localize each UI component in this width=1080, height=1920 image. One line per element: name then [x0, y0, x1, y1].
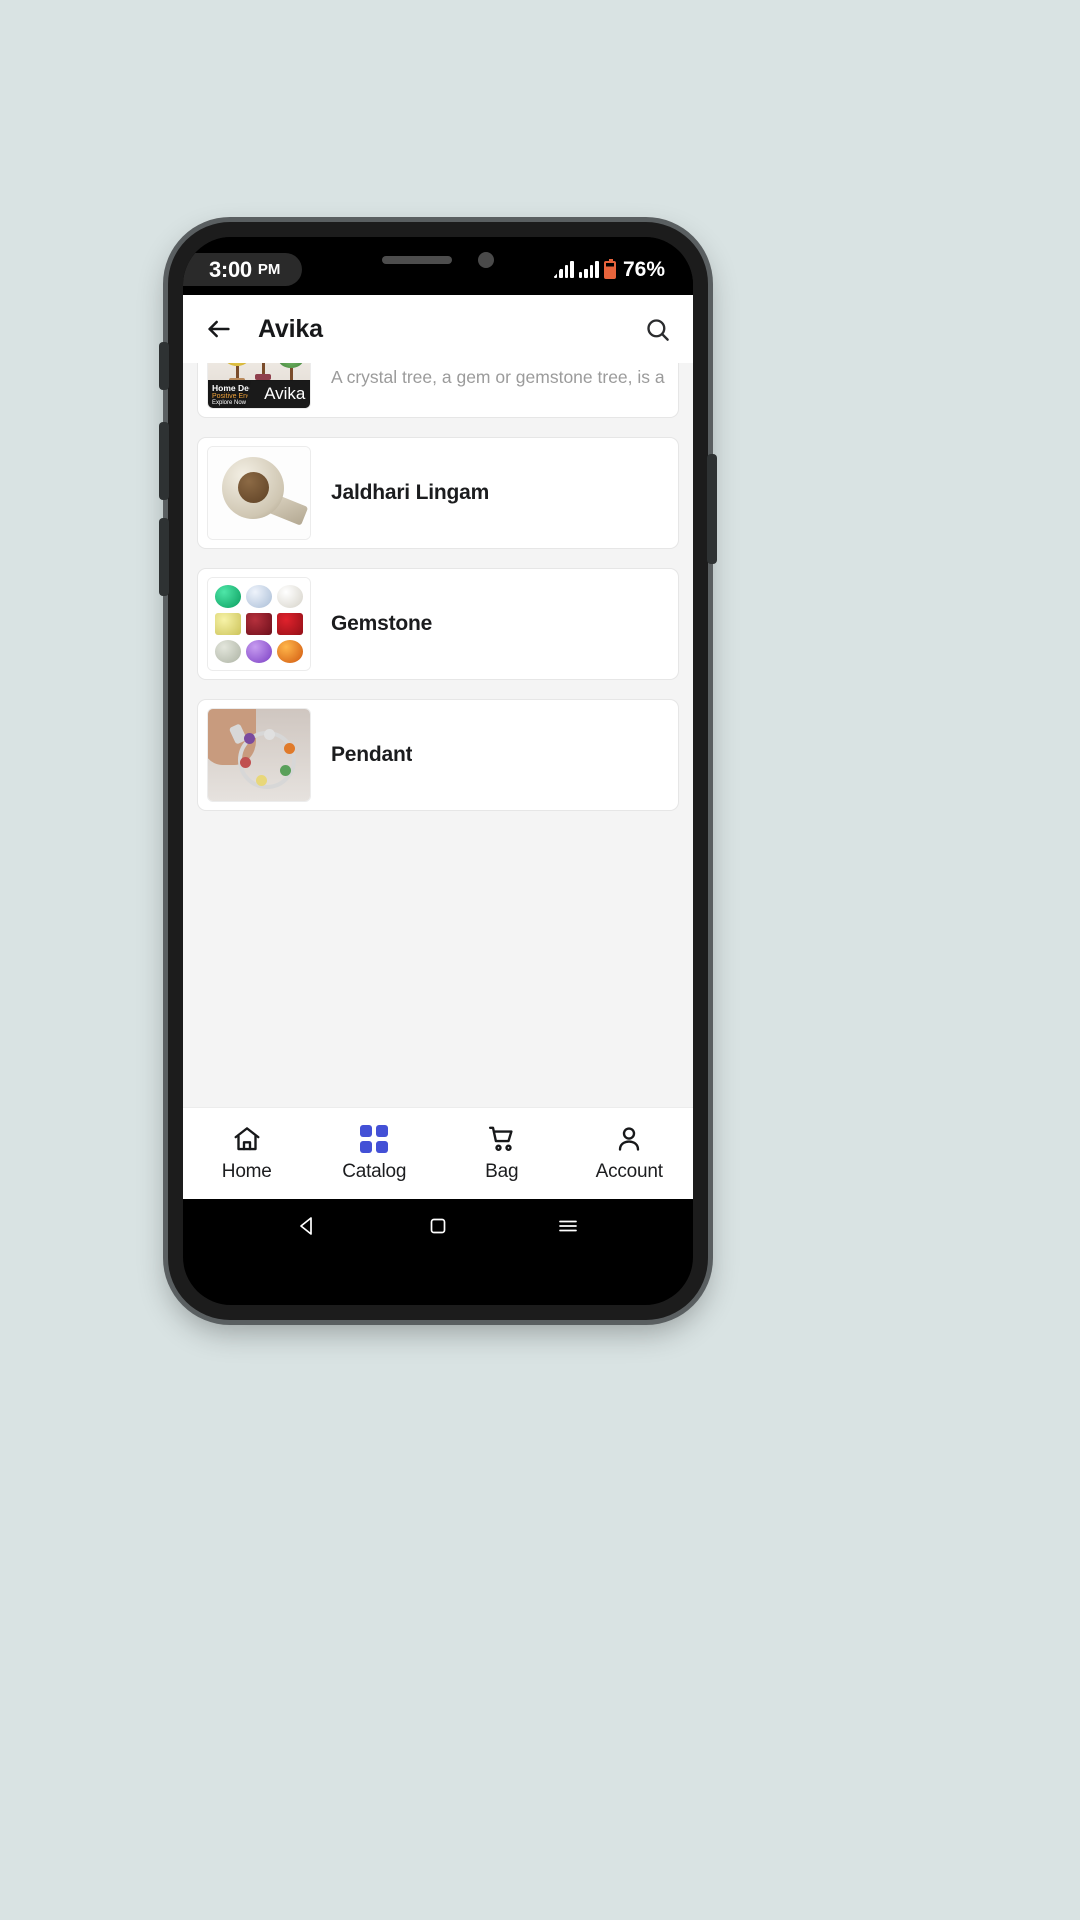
home-icon	[232, 1124, 262, 1154]
status-time-meridiem: PM	[257, 261, 281, 278]
catalog-list[interactable]: Crystal Healing Stone Trees	[183, 363, 693, 1107]
person-icon	[614, 1124, 644, 1154]
status-time-value: 3:00	[209, 256, 252, 282]
phone-screen: 3:00 PM 76% Avika Home Decor Positive En…	[183, 237, 693, 1305]
nav-label-account: Account	[595, 1161, 663, 1182]
nav-label-catalog: Catalog	[342, 1161, 407, 1182]
search-icon[interactable]	[644, 316, 671, 343]
triangle-back-icon[interactable]	[296, 1214, 320, 1238]
square-home-icon[interactable]	[426, 1214, 450, 1238]
category-title: Jaldhari Lingam	[331, 480, 490, 504]
menu-recents-icon[interactable]	[556, 1214, 580, 1238]
grid-icon	[360, 1124, 389, 1154]
category-title: Gemstone	[331, 611, 433, 635]
nav-item-account[interactable]: Account	[566, 1124, 694, 1183]
status-bar: 3:00 PM 76%	[183, 237, 693, 295]
category-thumbnail: Crystal Healing Stone Trees	[207, 363, 311, 409]
status-time: 3:00 PM	[183, 253, 303, 286]
category-thumbnail	[207, 577, 311, 671]
phone-notch	[313, 237, 563, 283]
thumb-brand-label: Avika	[263, 384, 306, 403]
volume-up-button[interactable]	[159, 422, 169, 500]
battery-percent-label: 76%	[622, 257, 665, 281]
phone-frame: 3:00 PM 76% Avika Home Decor Positive En…	[159, 222, 717, 1320]
speaker-grille	[382, 256, 452, 264]
category-title: Pendant	[331, 742, 413, 766]
list-item[interactable]: Gemstone	[197, 568, 679, 680]
mute-switch-button[interactable]	[159, 342, 169, 390]
signal-strength-secondary-icon	[578, 261, 599, 278]
thumb-brand-tag: Avika	[244, 381, 310, 408]
nav-item-bag[interactable]: Bag	[438, 1124, 566, 1183]
nav-label-bag: Bag	[485, 1161, 519, 1182]
list-item[interactable]: Jaldhari Lingam	[197, 437, 679, 549]
bottom-navigation: Home Catalog Bag Account	[183, 1107, 693, 1199]
arrow-left-icon[interactable]	[205, 315, 233, 343]
app-container: Avika Crystal Healing Stone Trees	[183, 295, 693, 1252]
cart-icon	[487, 1124, 517, 1154]
battery-icon	[603, 258, 616, 279]
volume-down-button[interactable]	[159, 518, 169, 596]
category-thumbnail	[207, 446, 311, 540]
android-system-nav	[183, 1199, 693, 1252]
list-item[interactable]: Crystal Healing Stone Trees	[197, 363, 679, 418]
page-title: Avika	[258, 314, 323, 343]
power-button[interactable]	[707, 454, 717, 564]
nav-item-home[interactable]: Home	[183, 1124, 311, 1183]
nav-item-catalog[interactable]: Catalog	[311, 1124, 439, 1183]
category-description: A crystal tree, a gem or gemstone tree, …	[331, 367, 665, 388]
status-icons: 76%	[553, 253, 665, 286]
category-thumbnail	[207, 708, 311, 802]
nav-label-home: Home	[221, 1161, 272, 1182]
app-bar: Avika	[183, 295, 693, 363]
list-item[interactable]: Pendant	[197, 699, 679, 811]
front-camera-icon	[478, 252, 494, 268]
